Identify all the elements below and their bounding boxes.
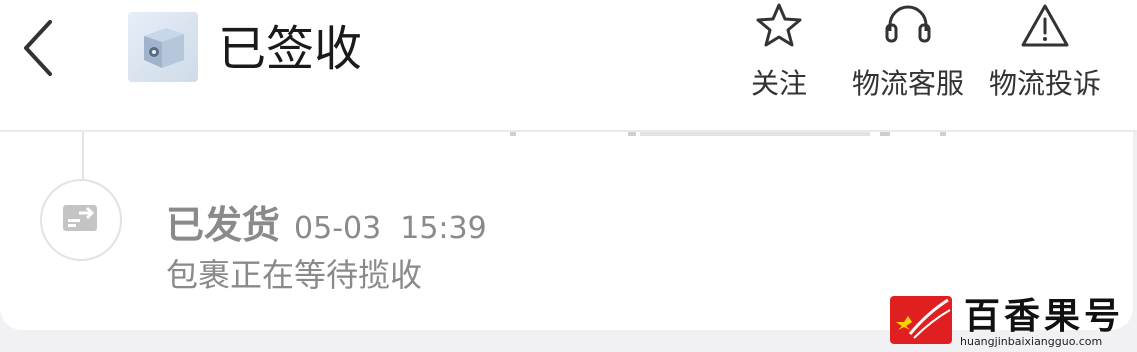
shipped-truck-icon bbox=[61, 201, 101, 239]
logistics-complaint-label: 物流投诉 bbox=[988, 67, 1101, 100]
timeline-connector bbox=[82, 132, 84, 180]
chevron-left-icon bbox=[20, 18, 56, 82]
logistics-service-button[interactable]: 物流客服 bbox=[843, 0, 973, 110]
timeline-node bbox=[40, 179, 122, 261]
package-box-icon bbox=[144, 28, 184, 68]
follow-label: 关注 bbox=[750, 67, 807, 100]
logistics-complaint-button[interactable]: 物流投诉 bbox=[983, 0, 1107, 110]
star-icon bbox=[754, 1, 804, 55]
brand-url: huangjinbaixiangguo.com bbox=[960, 335, 1103, 348]
warning-icon bbox=[1019, 1, 1071, 55]
event-description: 包裹正在等待揽收 bbox=[166, 256, 423, 294]
headset-icon bbox=[882, 1, 934, 55]
brand-logo bbox=[890, 296, 952, 344]
timeline-event-header: 已发货 05-03 15:39 bbox=[166, 194, 487, 249]
package-thumbnail[interactable] bbox=[128, 12, 198, 82]
back-button[interactable] bbox=[14, 18, 62, 82]
follow-button[interactable]: 关注 bbox=[740, 0, 818, 110]
brand-logo-icon bbox=[896, 298, 951, 339]
event-status: 已发货 bbox=[166, 203, 281, 247]
logistics-service-label: 物流客服 bbox=[851, 67, 964, 100]
page-title: 已签收 bbox=[218, 21, 363, 77]
top-bar: 已签收 关注 物流客服 物流投诉 bbox=[0, 0, 1137, 130]
watermark: 百香果号 huangjinbaixiangguo.com bbox=[888, 296, 1133, 350]
event-time: 05-03 15:39 bbox=[294, 211, 487, 246]
scrolled-content-remnant bbox=[500, 132, 960, 138]
brand-name: 百香果号 bbox=[964, 296, 1125, 337]
